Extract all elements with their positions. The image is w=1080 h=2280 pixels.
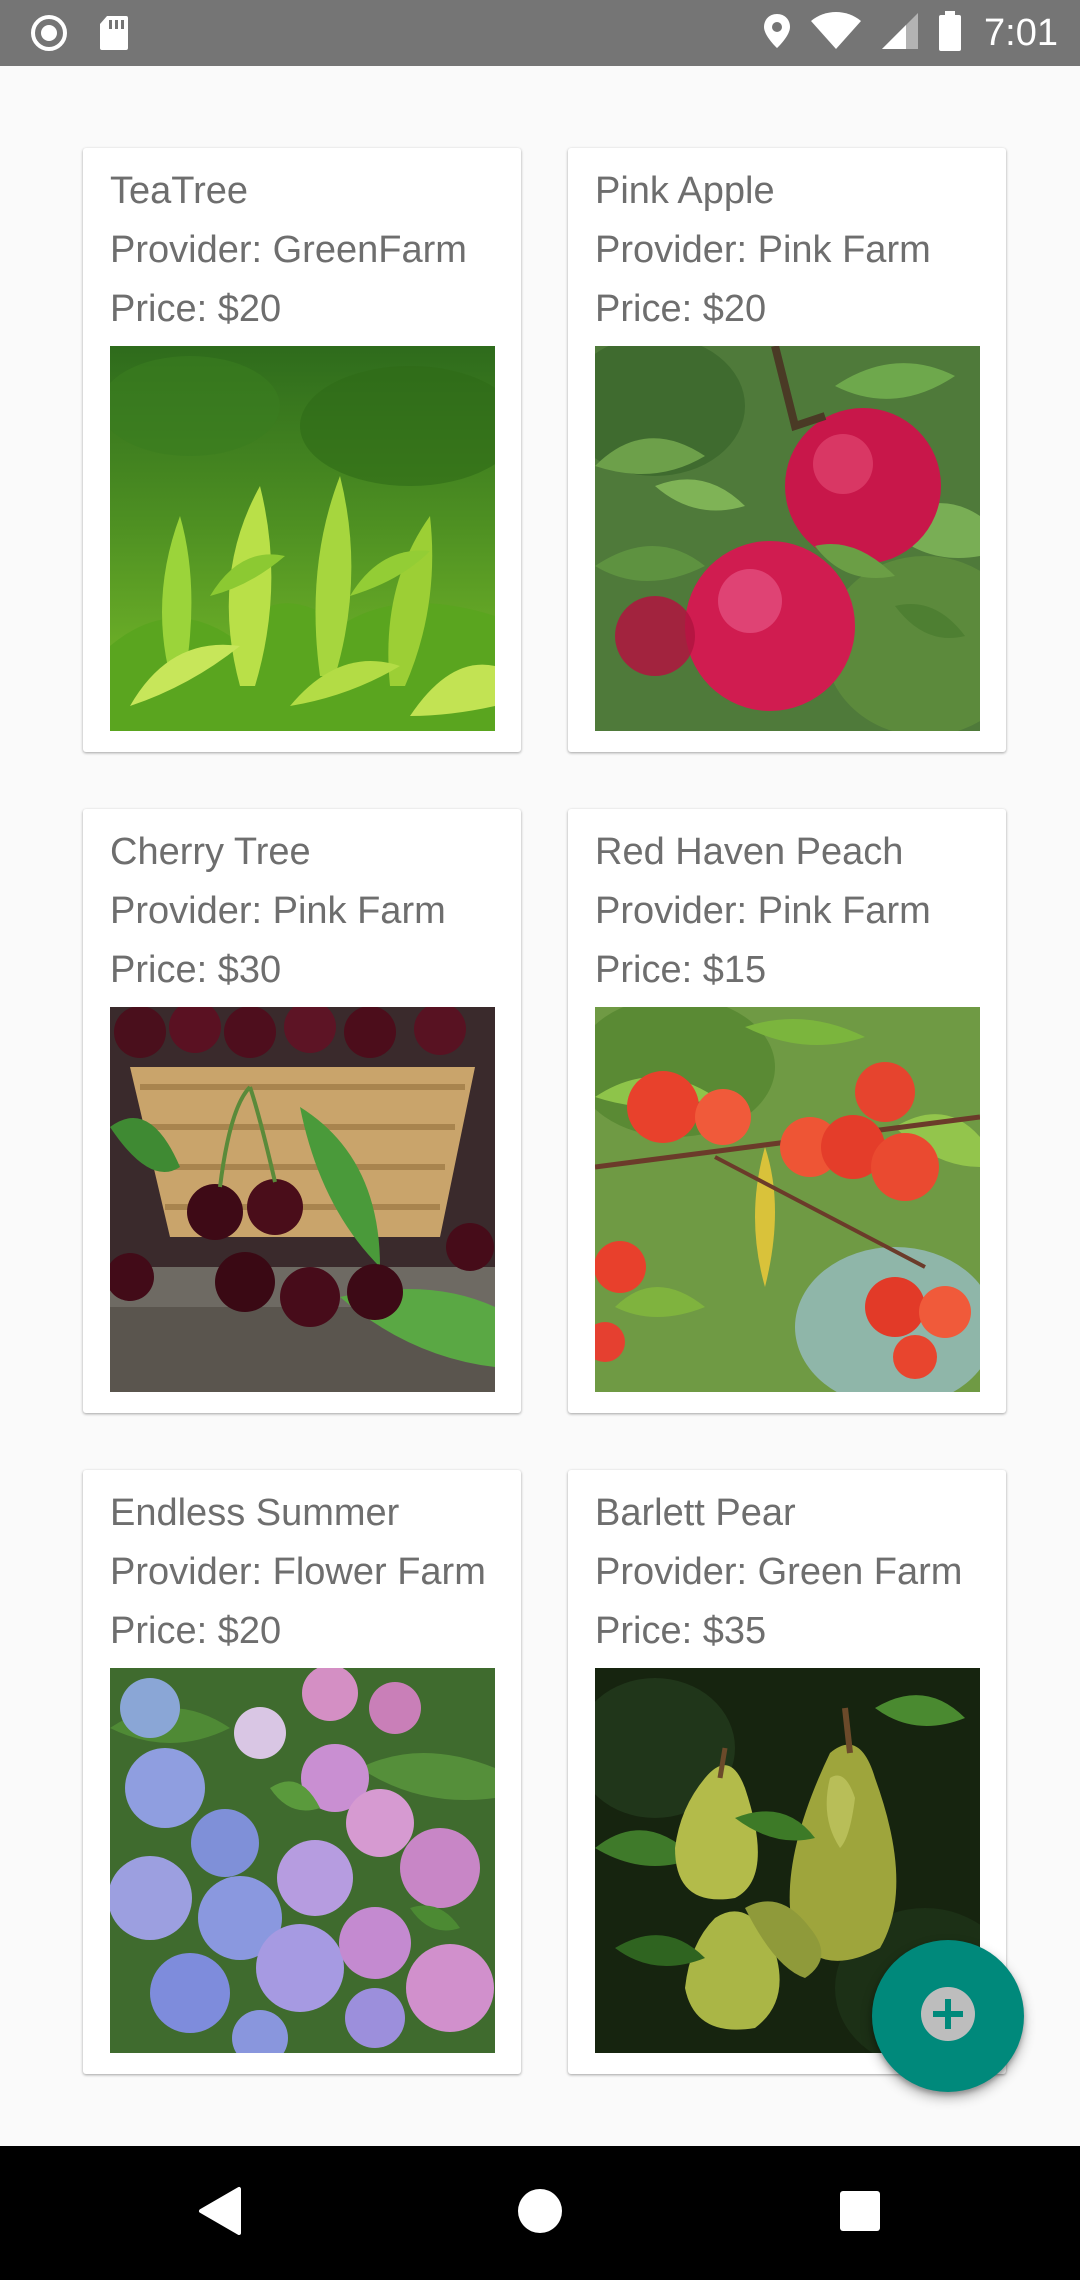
product-card[interactable]: TeaTree Provider: GreenFarm Price: $20 [83,148,521,752]
home-button[interactable] [503,2176,577,2250]
record-icon [30,14,68,57]
product-image-hydrangea [110,1668,495,2053]
signal-icon [880,11,920,56]
product-provider: Provider: Flower Farm [110,1551,486,1593]
product-image-cherry [110,1007,495,1392]
product-grid: TeaTree Provider: GreenFarm Price: $20 P… [0,66,1080,2146]
product-price: Price: $20 [110,288,282,330]
product-price: Price: $30 [110,949,282,991]
product-card[interactable]: Endless Summer Provider: Flower Farm Pri… [83,1470,521,2074]
product-card[interactable]: Cherry Tree Provider: Pink Farm Price: $… [83,809,521,1413]
product-name: Cherry Tree [110,831,311,873]
product-name: Barlett Pear [595,1492,796,1534]
product-price: Price: $20 [110,1610,282,1652]
product-provider: Provider: Green Farm [595,1551,963,1593]
navigation-bar [0,2146,1080,2280]
product-card[interactable]: Pink Apple Provider: Pink Farm Price: $2… [568,148,1006,752]
product-image-apple [595,346,980,731]
status-time: 7:01 [984,12,1058,54]
home-icon [516,2187,564,2240]
add-button[interactable] [872,1940,1024,2092]
add-circle-icon [920,1986,976,2047]
sd-card-icon [98,14,130,57]
product-price: Price: $20 [595,288,767,330]
product-price: Price: $15 [595,949,767,991]
status-bar: 7:01 [0,0,1080,66]
product-provider: Provider: Pink Farm [595,890,931,932]
product-price: Price: $35 [595,1610,767,1652]
wifi-icon [810,11,862,56]
recents-button[interactable] [823,2176,897,2250]
product-image-tea [110,346,495,731]
product-provider: Provider: GreenFarm [110,229,467,271]
product-name: Red Haven Peach [595,831,904,873]
back-icon [197,2186,243,2241]
recents-icon [838,2189,882,2238]
product-provider: Provider: Pink Farm [595,229,931,271]
product-name: Endless Summer [110,1492,400,1534]
product-image-peach [595,1007,980,1392]
location-icon [762,12,792,55]
product-name: Pink Apple [595,170,775,212]
product-name: TeaTree [110,170,248,212]
back-button[interactable] [183,2176,257,2250]
product-provider: Provider: Pink Farm [110,890,446,932]
product-card[interactable]: Red Haven Peach Provider: Pink Farm Pric… [568,809,1006,1413]
battery-icon [938,10,962,57]
